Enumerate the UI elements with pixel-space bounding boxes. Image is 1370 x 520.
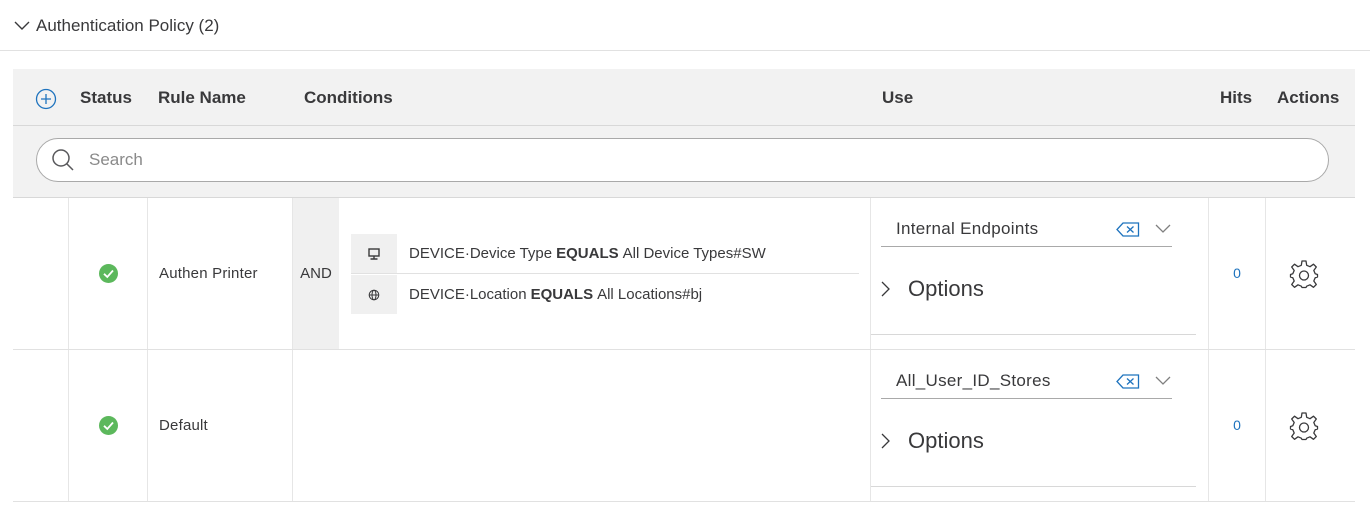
search-box[interactable] [36, 138, 1329, 182]
condition-icon-cell [351, 234, 397, 273]
table-row: Authen Printer AND DEVICE·Device Type EQU… [13, 198, 1355, 350]
device-type-icon [368, 247, 380, 260]
chevron-down-icon[interactable] [1155, 376, 1171, 385]
search-input[interactable] [87, 149, 1291, 171]
column-header-actions: Actions [1277, 88, 1340, 107]
use-select-value: All_User_ID_Stores [896, 371, 1051, 390]
hits-count[interactable]: 0 [1227, 265, 1247, 281]
options-label: Options [908, 428, 984, 453]
clear-icon[interactable] [1116, 374, 1140, 389]
condition-operator-label: AND [300, 265, 332, 282]
condition-item[interactable]: DEVICE·Device Type EQUALS All Device Types… [351, 234, 859, 273]
condition-attribute: DEVICE·Device Type [409, 245, 553, 262]
condition-operator-equals: EQUALS [556, 245, 619, 262]
search-icon [52, 149, 74, 171]
policy-table: Status Rule Name Conditions Use Hits Act… [13, 69, 1355, 502]
section-header[interactable]: Authentication Policy (2) [14, 16, 219, 36]
condition-value: All Locations#bj [597, 286, 703, 303]
column-header-use[interactable]: Use [882, 88, 913, 108]
options-toggle[interactable]: Options [881, 428, 984, 454]
status-enabled-icon[interactable] [99, 416, 118, 435]
condition-attribute: DEVICE·Location [409, 286, 527, 303]
chevron-down-icon [14, 21, 30, 30]
gear-icon[interactable] [1289, 411, 1319, 441]
use-select-value: Internal Endpoints [896, 219, 1039, 238]
use-select[interactable]: All_User_ID_Stores [881, 364, 1172, 399]
clear-icon[interactable] [1116, 222, 1140, 237]
globe-icon [368, 289, 380, 300]
condition-item[interactable]: DEVICE·Location EQUALS All Locations#bj [351, 275, 859, 314]
add-rule-icon[interactable] [35, 88, 57, 110]
gear-icon[interactable] [1289, 259, 1319, 289]
search-row [13, 126, 1355, 198]
condition-operator: AND [293, 198, 339, 349]
section-divider [0, 50, 1370, 51]
hits-count[interactable]: 0 [1227, 417, 1247, 433]
rule-name[interactable]: Authen Printer [159, 265, 258, 282]
chevron-right-icon [881, 433, 890, 449]
rule-name[interactable]: Default [159, 417, 208, 434]
condition-value: All Device Types#SW [622, 245, 766, 262]
column-header-conditions[interactable]: Conditions [304, 88, 393, 108]
table-header: Status Rule Name Conditions Use Hits Act… [13, 69, 1355, 126]
options-label: Options [908, 276, 984, 301]
status-enabled-icon[interactable] [99, 264, 118, 283]
section-title: Authentication Policy (2) [36, 16, 220, 35]
use-select[interactable]: Internal Endpoints [881, 212, 1172, 247]
condition-icon-cell [351, 275, 397, 314]
condition-operator-equals: EQUALS [530, 286, 594, 303]
chevron-down-icon[interactable] [1155, 224, 1171, 233]
table-row: Default All_User_ID_Stores Options 0 [13, 350, 1355, 502]
chevron-right-icon [881, 281, 890, 297]
column-header-hits[interactable]: Hits [1220, 88, 1252, 108]
options-toggle[interactable]: Options [881, 276, 984, 302]
column-header-rule-name[interactable]: Rule Name [158, 88, 246, 108]
column-header-status[interactable]: Status [80, 88, 132, 108]
